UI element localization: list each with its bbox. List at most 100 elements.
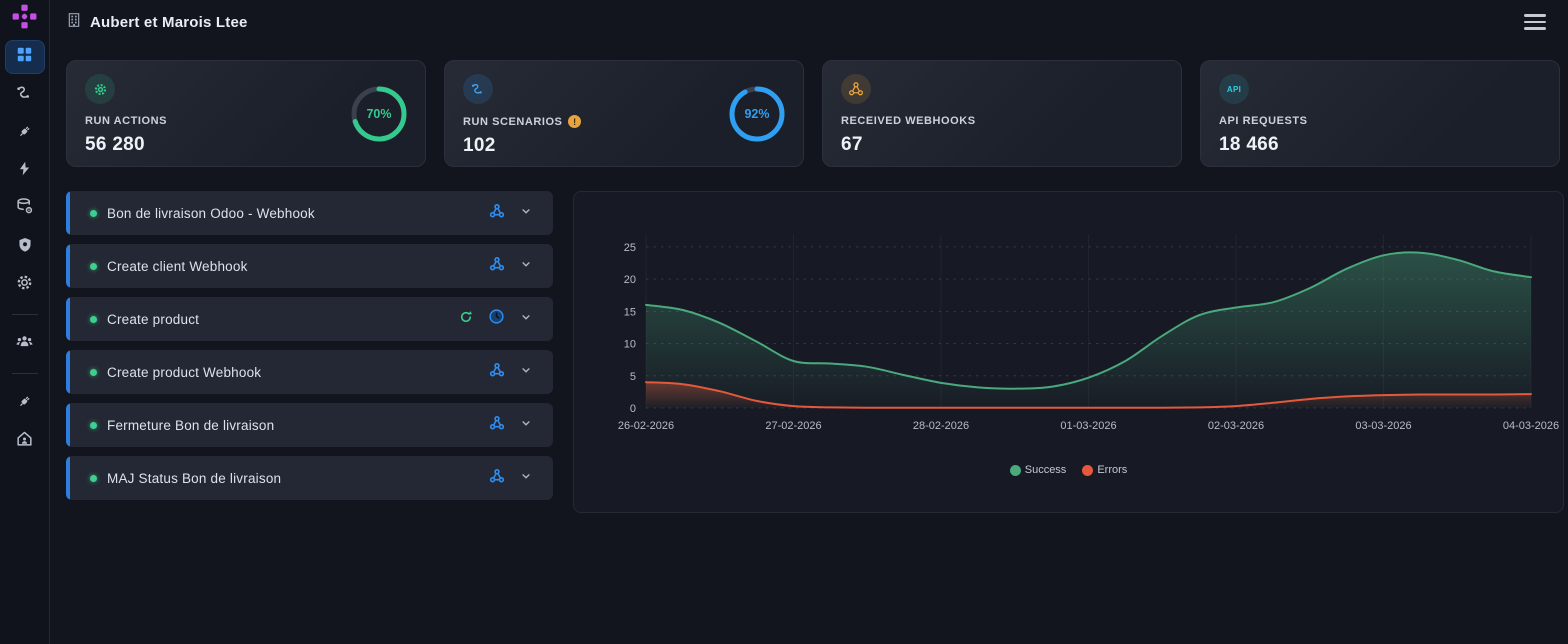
scenario-row-label: MAJ Status Bon de livraison xyxy=(107,470,282,486)
chevron-down-icon[interactable] xyxy=(519,363,533,382)
sidebar-item-connections[interactable] xyxy=(5,116,45,150)
sidebar-item-data-stores[interactable] xyxy=(5,192,45,226)
shield-icon xyxy=(16,236,34,259)
route-icon xyxy=(463,74,493,104)
stat-card-run-scenarios: RUN SCENARIOS ! 102 92% xyxy=(444,60,804,167)
stat-cards-row: RUN ACTIONS 56 280 70% RUN SCENARIOS ! 1… xyxy=(50,44,1568,167)
status-dot xyxy=(90,262,97,270)
status-dot xyxy=(90,209,97,217)
chevron-down-icon[interactable] xyxy=(519,469,533,488)
webhook-icon xyxy=(489,362,505,383)
plug-icon xyxy=(16,122,34,145)
sidebar-divider xyxy=(11,314,38,315)
route-icon xyxy=(15,83,34,107)
row-accent-bar xyxy=(66,350,70,394)
api-badge-icon: API xyxy=(1219,74,1249,104)
svg-text:10: 10 xyxy=(624,339,636,351)
svg-text:01-03-2026: 01-03-2026 xyxy=(1060,420,1116,432)
sidebar-item-dashboard[interactable] xyxy=(4,40,45,74)
bolt-icon xyxy=(16,160,33,182)
sidebar-item-account[interactable] xyxy=(5,424,45,458)
warning-badge: ! xyxy=(568,115,582,128)
scenario-row[interactable]: Create product xyxy=(66,297,553,341)
gear-icon xyxy=(85,74,115,104)
row-accent-bar xyxy=(66,244,70,288)
users-icon xyxy=(15,332,34,356)
webhook-icon xyxy=(489,415,505,436)
sidebar-item-security[interactable] xyxy=(5,230,45,264)
sidebar-divider xyxy=(11,373,38,374)
stat-card-run-actions: RUN ACTIONS 56 280 70% xyxy=(66,60,426,167)
stat-card-label: API REQUESTS xyxy=(1219,115,1308,127)
status-dot xyxy=(90,421,97,429)
app-logo[interactable] xyxy=(5,2,45,36)
svg-text:15: 15 xyxy=(624,306,636,318)
scenario-row[interactable]: Bon de livraison Odoo - Webhook xyxy=(66,191,553,235)
row-accent-bar xyxy=(66,297,70,341)
chevron-down-icon[interactable] xyxy=(519,257,533,276)
row-accent-bar xyxy=(66,403,70,447)
stat-card-label: RECEIVED WEBHOOKS xyxy=(841,115,976,127)
progress-ring: 70% xyxy=(349,84,409,144)
sidebar-item-instant-triggers[interactable] xyxy=(5,154,45,188)
home-user-icon xyxy=(15,429,34,453)
menu-hamburger-icon[interactable] xyxy=(1524,14,1546,30)
refresh-icon xyxy=(458,309,474,330)
webhook-icon xyxy=(841,74,871,104)
stat-card-api-requests: API API REQUESTS 18 466 xyxy=(1200,60,1560,167)
scenario-row[interactable]: MAJ Status Bon de livraison xyxy=(66,456,553,500)
row-accent-bar xyxy=(66,191,70,235)
sidebar-item-team[interactable] xyxy=(5,327,45,361)
svg-text:20: 20 xyxy=(624,274,636,286)
legend-dot xyxy=(1082,464,1094,476)
clock-icon xyxy=(488,308,505,330)
status-dot xyxy=(90,368,97,376)
scenario-row-label: Create product xyxy=(107,311,200,327)
scenario-row-label: Create client Webhook xyxy=(107,258,248,274)
status-dot xyxy=(90,474,97,482)
scenario-row-label: Fermeture Bon de livraison xyxy=(107,417,275,433)
svg-text:25: 25 xyxy=(624,242,636,254)
building-icon xyxy=(66,12,82,33)
webhook-icon xyxy=(489,203,505,224)
svg-text:0: 0 xyxy=(630,403,636,415)
integration-logo-icon xyxy=(11,3,38,35)
svg-text:26-02-2026: 26-02-2026 xyxy=(618,420,674,432)
svg-text:04-03-2026: 04-03-2026 xyxy=(1503,420,1559,432)
scenario-row-label: Create product Webhook xyxy=(107,364,262,380)
scenario-row[interactable]: Create product Webhook xyxy=(66,350,553,394)
chart-legend: Success Errors xyxy=(1009,464,1127,476)
svg-text:03-03-2026: 03-03-2026 xyxy=(1355,420,1411,432)
sidebar xyxy=(0,0,50,644)
chevron-down-icon[interactable] xyxy=(519,204,533,223)
webhook-icon xyxy=(489,256,505,277)
sidebar-item-scenarios[interactable] xyxy=(5,78,45,112)
legend-item-errors[interactable]: Errors xyxy=(1082,464,1127,476)
scenario-row[interactable]: Create client Webhook xyxy=(66,244,553,288)
stat-card-received-webhooks: RECEIVED WEBHOOKS 67 xyxy=(822,60,1182,167)
progress-ring: 92% xyxy=(727,84,787,144)
dashboard-grid-icon xyxy=(15,45,34,69)
svg-text:28-02-2026: 28-02-2026 xyxy=(913,420,969,432)
scenario-row-label: Bon de livraison Odoo - Webhook xyxy=(107,205,315,221)
svg-text:02-03-2026: 02-03-2026 xyxy=(1208,420,1264,432)
stat-card-value: 18 466 xyxy=(1219,134,1279,155)
scenario-row[interactable]: Fermeture Bon de livraison xyxy=(66,403,553,447)
plug-icon xyxy=(16,392,34,415)
chevron-down-icon[interactable] xyxy=(519,416,533,435)
legend-dot xyxy=(1009,464,1021,476)
svg-text:27-02-2026: 27-02-2026 xyxy=(765,420,821,432)
page-title: Aubert et Marois Ltee xyxy=(90,13,248,31)
sidebar-item-integrations[interactable] xyxy=(5,386,45,420)
row-accent-bar xyxy=(66,456,70,500)
scenario-list: Bon de livraison Odoo - Webhook Create c… xyxy=(66,191,553,500)
status-dot xyxy=(90,315,97,323)
success-errors-area-chart: 26-02-2026 27-02-2026 28-02-2026 01-03-2026… xyxy=(598,200,1559,462)
sidebar-item-settings[interactable] xyxy=(5,268,45,302)
gear-icon xyxy=(15,273,34,297)
svg-text:5: 5 xyxy=(630,371,636,383)
legend-item-success[interactable]: Success xyxy=(1009,464,1066,476)
webhook-icon xyxy=(489,468,505,489)
database-gear-icon xyxy=(15,197,34,221)
chevron-down-icon[interactable] xyxy=(519,310,533,329)
